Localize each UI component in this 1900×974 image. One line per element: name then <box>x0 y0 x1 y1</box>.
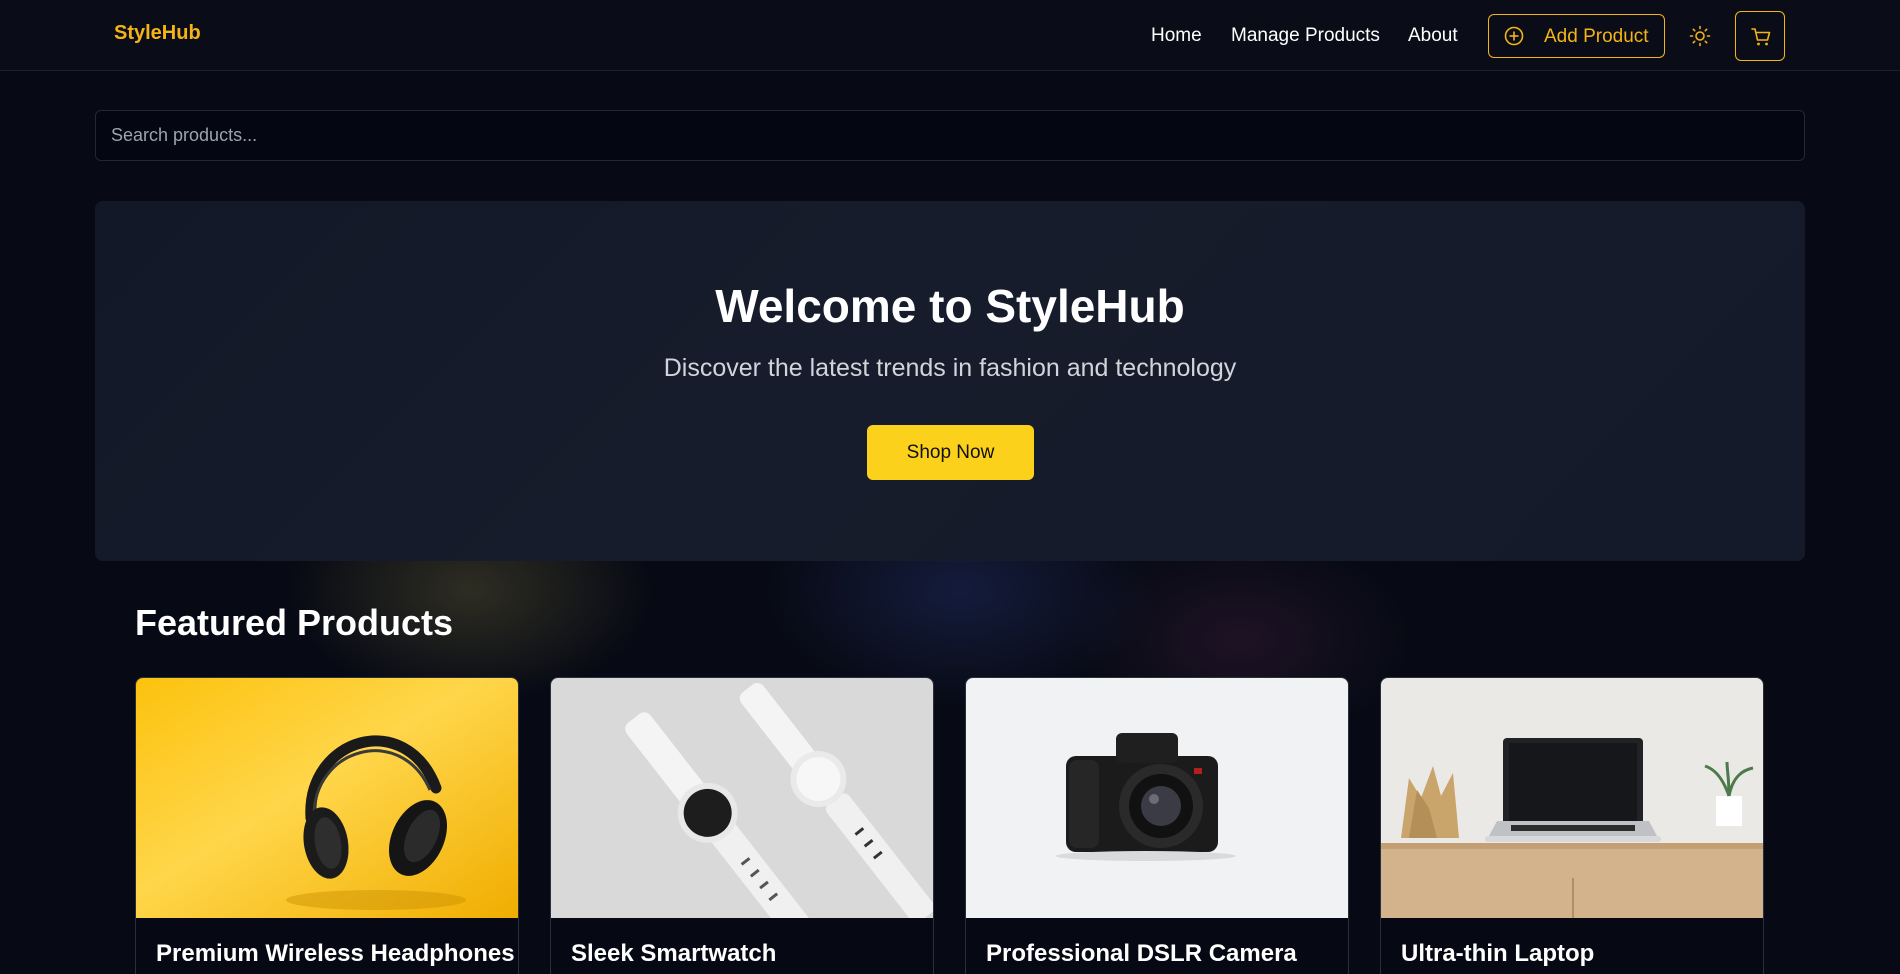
hero-subtitle: Discover the latest trends in fashion an… <box>663 354 1237 382</box>
product-title: Sleek Smartwatch <box>571 940 777 967</box>
product-image-headphones <box>136 678 518 918</box>
nav-link-about[interactable]: About <box>1408 25 1458 47</box>
product-image-smartwatch <box>551 678 933 918</box>
product-card[interactable]: Ultra-thin Laptop <box>1380 677 1764 974</box>
plus-circle-icon <box>1504 26 1524 46</box>
product-title: Ultra-thin Laptop <box>1401 940 1595 967</box>
product-title: Professional DSLR Camera <box>986 940 1297 967</box>
featured-products-heading: Featured Products <box>135 602 454 643</box>
theme-toggle-button[interactable] <box>1688 24 1712 48</box>
brand-logo[interactable]: StyleHub <box>114 22 201 45</box>
product-card[interactable]: Premium Wireless Headphones <box>135 677 519 974</box>
hero-banner: Welcome to StyleHub Discover the latest … <box>95 201 1805 561</box>
hero-title: Welcome to StyleHub <box>715 280 1185 332</box>
nav-link-home[interactable]: Home <box>1151 25 1202 47</box>
product-image-camera <box>966 678 1348 918</box>
top-navbar: StyleHub Home Manage Products About Add … <box>0 0 1900 71</box>
product-title: Premium Wireless Headphones <box>156 940 515 967</box>
search-input[interactable] <box>96 111 1804 160</box>
product-card[interactable]: Professional DSLR Camera <box>965 677 1349 974</box>
sun-icon <box>1688 25 1712 52</box>
product-image-laptop <box>1381 678 1763 918</box>
add-product-button[interactable]: Add Product <box>1488 14 1665 58</box>
product-card[interactable]: Sleek Smartwatch <box>550 677 934 974</box>
cart-button[interactable] <box>1735 11 1785 61</box>
nav-link-manage-products[interactable]: Manage Products <box>1231 25 1380 47</box>
search-bar <box>95 110 1805 161</box>
add-product-label: Add Product <box>1544 26 1649 47</box>
shop-now-button[interactable]: Shop Now <box>867 425 1034 480</box>
